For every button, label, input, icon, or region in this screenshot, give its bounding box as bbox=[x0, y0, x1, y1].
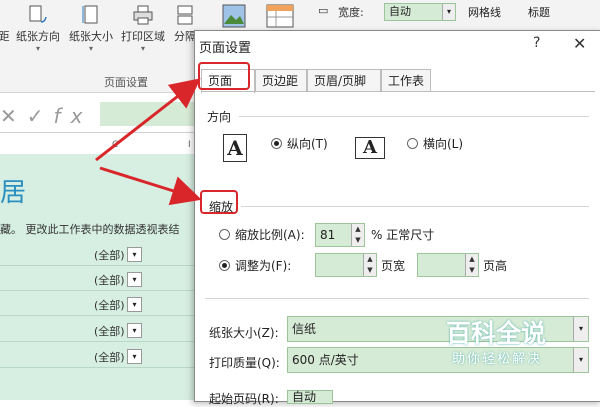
print-quality-select[interactable]: 600 点/英寸 ▾ bbox=[287, 347, 589, 373]
portrait-label[interactable]: 纵向(T) bbox=[287, 135, 328, 152]
spinner-arrows-icon[interactable]: ▲ ▼ bbox=[465, 254, 478, 276]
fx-icon[interactable]: fx bbox=[54, 104, 93, 128]
chevron-down-icon[interactable]: ▾ bbox=[573, 348, 588, 372]
pages-tall-spinner[interactable]: ▲ ▼ bbox=[417, 253, 479, 277]
formula-buttons: ✕✓fx bbox=[0, 104, 92, 128]
page-setup-group-label: 页面设置 bbox=[104, 76, 148, 89]
width-label: 宽度: bbox=[338, 6, 364, 19]
cancel-icon[interactable]: ✕ bbox=[0, 104, 27, 128]
chevron-down-icon: ▾ bbox=[35, 44, 40, 53]
chevron-down-icon: ▾ bbox=[140, 44, 145, 53]
sheet-description: 藏。 更改此工作表中的数据透视表结 bbox=[0, 223, 180, 236]
width-icon: ▭ bbox=[318, 4, 329, 17]
headings-label: 标题 bbox=[528, 6, 550, 19]
portrait-radio[interactable] bbox=[271, 138, 282, 149]
fit-to-radio[interactable] bbox=[219, 260, 230, 271]
paper-size-icon bbox=[82, 5, 98, 24]
scale-percent-spinner[interactable]: 81 ▲ ▼ bbox=[315, 223, 365, 247]
landscape-radio[interactable] bbox=[407, 138, 418, 149]
pages-wide-spinner[interactable]: ▲ ▼ bbox=[315, 253, 377, 277]
print-titles-icon[interactable] bbox=[266, 4, 294, 28]
adjust-to-radio[interactable] bbox=[219, 229, 230, 240]
landscape-label[interactable]: 横向(L) bbox=[423, 135, 463, 152]
dialog-title: 页面设置 bbox=[199, 41, 252, 56]
filter-row: (全部) ▾ bbox=[0, 268, 195, 291]
filter-row: (全部) ▾ bbox=[0, 319, 195, 342]
watermark-subtitle: 助你轻松解决 bbox=[452, 352, 543, 367]
filter-dropdown-icon[interactable]: ▾ bbox=[127, 272, 142, 287]
chevron-down-icon[interactable]: ▾ bbox=[573, 317, 588, 341]
paper-size-label: 纸张大小(Z): bbox=[209, 326, 279, 340]
confirm-icon[interactable]: ✓ bbox=[27, 104, 54, 128]
column-header-c[interactable]: C bbox=[112, 140, 118, 154]
print-quality-label: 打印质量(Q): bbox=[209, 356, 280, 370]
orientation-button[interactable]: 纸张方向 ▾ bbox=[12, 2, 64, 62]
print-area-button[interactable]: 打印区域 ▾ bbox=[118, 2, 168, 62]
filter-dropdown-icon[interactable]: ▾ bbox=[127, 323, 142, 338]
filter-dropdown-icon[interactable]: ▾ bbox=[127, 297, 142, 312]
landscape-page-icon: A bbox=[355, 137, 385, 159]
filter-row: (全部) ▾ bbox=[0, 293, 195, 316]
help-icon[interactable]: ? bbox=[533, 35, 540, 51]
orientation-icon bbox=[29, 5, 47, 23]
formula-input[interactable] bbox=[100, 102, 200, 126]
page-tab-highlight bbox=[198, 62, 250, 90]
chevron-down-icon: ▾ bbox=[88, 44, 93, 53]
portrait-page-icon: A bbox=[223, 134, 247, 162]
breaks-icon bbox=[177, 5, 193, 25]
sheet-title: 居 bbox=[0, 178, 27, 208]
adjust-to-label[interactable]: 缩放比例(A): bbox=[235, 226, 305, 243]
column-header[interactable]: I bbox=[188, 140, 191, 154]
pages-tall-label: 页高 bbox=[483, 259, 508, 273]
filter-dropdown-icon[interactable]: ▾ bbox=[127, 247, 142, 262]
width-select[interactable]: 自动 ▾ bbox=[384, 3, 456, 21]
first-page-number-input[interactable]: 自动 bbox=[287, 390, 333, 404]
first-page-number-label: 起始页码(R): bbox=[209, 392, 279, 406]
chevron-down-icon: ▾ bbox=[442, 4, 455, 20]
divider bbox=[241, 206, 589, 207]
divider bbox=[205, 298, 589, 299]
printer-icon bbox=[133, 5, 153, 25]
pages-wide-label: 页宽 bbox=[381, 259, 406, 273]
watermark-title: 百科全说 bbox=[446, 319, 547, 348]
divider bbox=[239, 116, 589, 117]
gridlines-label: 网格线 bbox=[468, 6, 501, 19]
fit-to-label[interactable]: 调整为(F): bbox=[235, 257, 291, 274]
spinner-arrows-icon[interactable]: ▲ ▼ bbox=[363, 254, 376, 276]
tab-margins[interactable]: 页边距 bbox=[255, 69, 307, 91]
filter-dropdown-icon[interactable]: ▾ bbox=[127, 349, 142, 364]
filter-row: (全部) ▾ bbox=[0, 345, 195, 368]
close-icon[interactable]: ✕ bbox=[573, 34, 586, 53]
background-image-icon[interactable] bbox=[222, 4, 246, 28]
spinner-arrows-icon[interactable]: ▲ ▼ bbox=[351, 224, 364, 246]
tab-header-footer[interactable]: 页眉/页脚 bbox=[307, 69, 381, 91]
normal-size-label: % 正常尺寸 bbox=[371, 228, 435, 242]
paper-size-button[interactable]: 纸张大小 ▾ bbox=[66, 2, 116, 62]
filter-row: (全部) ▾ bbox=[0, 243, 195, 266]
tab-sheet[interactable]: 工作表 bbox=[381, 69, 431, 91]
orientation-section-label: 方向 bbox=[207, 110, 232, 124]
scaling-highlight bbox=[200, 190, 238, 214]
